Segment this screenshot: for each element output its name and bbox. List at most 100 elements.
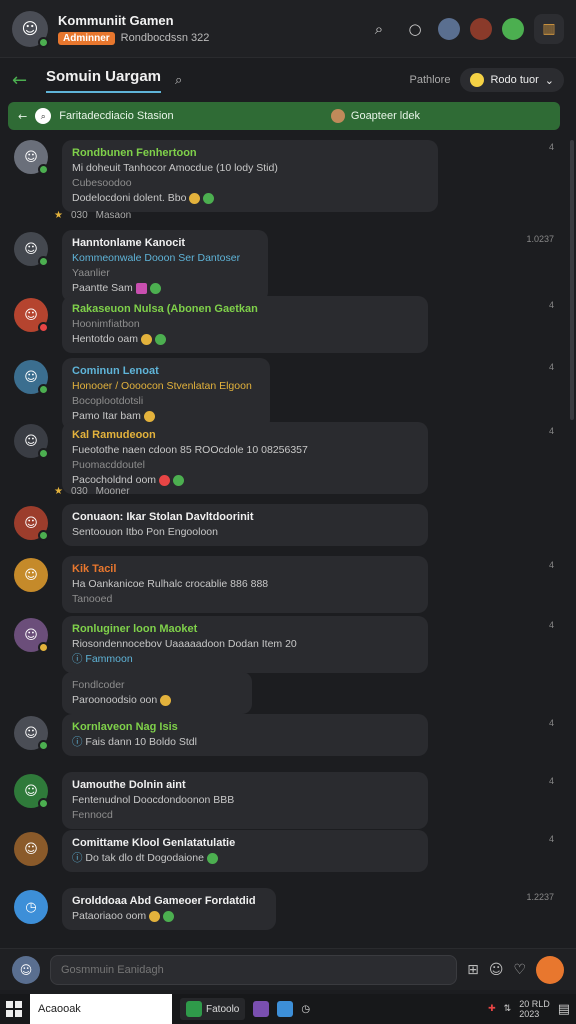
message-subtext: Bocoplootdotsli [72,395,144,407]
message-time: 4 [548,142,554,152]
message-bubble: Kornlaveon Nag Isis ⓘ Fais dann 10 Boldo… [62,714,428,756]
user-avatar[interactable]: ☺ [14,506,49,541]
notifications-icon[interactable]: ○ [402,16,428,42]
user-avatar[interactable]: ☺ [14,360,49,395]
send-button[interactable] [536,955,564,984]
sender-name[interactable]: Uamouthe Dolnin aint [72,778,418,793]
message-item[interactable]: ☺ Kornlaveon Nag Isis ⓘ Fais dann 10 Bol… [8,712,568,760]
community-info: Kommuniit Gamen Adminner Rondbocdssn 322 [58,13,209,45]
message-composer: ☺ ⊞ ☺ ♡ [0,948,576,990]
sender-name[interactable]: Conuaon: Ikar Stolan Davltdoorinit [72,510,418,525]
message-item[interactable]: ☺ Uamouthe Dolnin aint Fentenudnol Doocd… [8,770,568,829]
attach-icon[interactable]: ⊞ [467,962,479,978]
message-item[interactable]: ☺ Hanntonlame Kanocit Kommeonwale Dooon … [8,228,568,302]
sender-name[interactable]: Kik Tacil [72,562,418,577]
back-arrow-icon[interactable]: ← [12,70,38,91]
emoji-icon[interactable] [172,474,184,486]
user-avatar[interactable]: ☺ [14,140,49,175]
banner-right[interactable]: Goapteer ldek [330,109,420,123]
channel-banner[interactable]: ← ⌕ Faritadecdiacio Stasion Goapteer lde… [8,102,560,130]
app-icon[interactable] [277,1001,294,1017]
sender-name[interactable]: Ronluginer loon Maoket [72,622,418,637]
message-time: 1.2237 [526,892,554,902]
sender-name[interactable]: Rakaseuon Nulsa (Abonen Gaetkan [72,302,418,317]
message-item[interactable]: ☺ Ronluginer loon Maoket Riosondennocebo… [8,614,568,673]
message-text: Honooer / Oooocon Stvenlatan Elgoon [72,380,252,392]
network-icon[interactable]: ⇅ [504,1004,512,1014]
emoji-picker-icon[interactable]: ☺ [489,962,504,978]
emoji-icon[interactable] [160,694,172,706]
user-avatar[interactable]: ☺ [14,232,49,267]
message-item[interactable]: ◷ Grolddoaa Abd Gameoer Fordatdid Pataor… [8,886,568,936]
channel-pill[interactable]: Rodo tuor ⌄ [460,68,564,92]
taskbar-search[interactable]: Acaooak [30,994,172,1024]
chevron-down-icon: ⌄ [544,73,554,87]
user-avatar[interactable]: ☺ [14,716,49,751]
taskbar-app[interactable]: Fatoolo [180,998,246,1020]
notification-icon[interactable]: ▤ [558,1002,570,1017]
emoji-icon[interactable] [163,910,175,922]
emoji-icon[interactable] [189,192,201,204]
channel-title[interactable]: Somuin Uargam [46,68,162,93]
message-item[interactable]: ☺ Rakaseuon Nulsa (Abonen Gaetkan Hoonim… [8,294,568,353]
sender-name[interactable]: Hanntonlame Kanocit [72,236,258,251]
sender-name[interactable]: Cominun Lenoat [72,364,260,379]
emoji-icon[interactable] [149,282,161,294]
app-icon[interactable] [253,1001,270,1017]
emoji-icon[interactable] [149,910,161,922]
emoji-icon[interactable] [203,192,215,204]
tray-clock[interactable]: 20 RLD 2023 [519,999,550,1019]
sender-name[interactable]: Kornlaveon Nag Isis [72,720,418,735]
message-item[interactable]: ☺ Cominun Lenoat Honooer / Oooocon Stven… [8,356,568,430]
message-item[interactable]: ☺ Comittame Klool Genlatatulatie ⓘ Do ta… [8,828,568,876]
member-avatar[interactable] [470,17,492,40]
member-avatar[interactable] [438,17,460,40]
emoji-icon[interactable] [135,282,147,294]
sender-name[interactable]: Kal Ramudeoon [72,428,418,443]
scrollbar[interactable] [570,140,574,420]
online-status-icon [38,36,49,48]
message-input[interactable] [50,954,458,985]
community-avatar[interactable]: ☺ [12,10,49,48]
reaction-row[interactable]: ★ 030 Masaon [54,210,131,221]
pathlore-link[interactable]: Pathlore [409,74,450,86]
user-avatar[interactable]: ☺ [14,774,49,809]
message-item[interactable]: ☺ Kal Ramudeoon Fueotothe naen cdoon 85 … [8,420,568,494]
self-avatar[interactable]: ☺ [12,955,40,984]
message-item[interactable]: Fondlcoder Paroonoodsio oon [8,672,568,714]
message-item[interactable]: ☺ Rondbunen Fenhertoon Mi doheuit Tanhoc… [8,136,568,212]
user-avatar[interactable]: ☺ [14,424,49,459]
heart-icon[interactable]: ✚ [488,1004,496,1014]
user-avatar[interactable]: ☺ [14,618,49,653]
menu-icon[interactable]: ▥ [534,13,564,44]
message-item[interactable]: ☺ Conuaon: Ikar Stolan Davltdoorinit Sen… [8,502,568,546]
sender-name[interactable]: Rondbunen Fenhertoon [72,146,428,161]
sender-name[interactable]: Grolddoaa Abd Gameoer Fordatdid [72,894,266,909]
channel-search-icon[interactable]: ⌕ [175,73,182,88]
message-item[interactable]: ☺ Kik Tacil Ha Oankanicoe Rulhalc crocab… [8,554,568,613]
message-time: 4 [548,426,554,436]
emoji-icon[interactable] [140,333,152,345]
member-avatar[interactable] [502,17,524,40]
reaction-row[interactable]: ★ 030 Mooner [54,486,130,497]
message-feed[interactable]: ☺ Rondbunen Fenhertoon Mi doheuit Tanhoc… [0,136,576,948]
reaction-count: 030 [70,486,88,497]
sender-name[interactable]: Comittame Klool Genlatatulatie [72,836,418,851]
emoji-icon[interactable] [206,852,218,864]
taskbar-app-label: Fatoolo [206,1003,240,1015]
user-avatar[interactable]: ☺ [14,298,49,333]
online-status-icon [38,798,49,809]
user-avatar[interactable]: ☺ [14,558,48,592]
user-avatar[interactable]: ☺ [14,832,48,866]
message-text: ⓘ Fais dann 10 Boldo Stdl [72,736,197,748]
message-bubble: Comittame Klool Genlatatulatie ⓘ Do tak … [62,830,428,872]
start-icon[interactable] [6,1001,22,1017]
user-avatar[interactable]: ◷ [14,890,48,924]
search-icon[interactable]: ⌕ [366,16,392,42]
search-icon: ⌕ [35,108,52,124]
clock-icon[interactable]: ◷ [301,1004,310,1015]
gif-icon[interactable]: ♡ [513,962,526,978]
back-arrow-icon[interactable]: ← [18,110,27,123]
emoji-icon[interactable] [154,333,166,345]
emoji-icon[interactable] [158,474,170,486]
